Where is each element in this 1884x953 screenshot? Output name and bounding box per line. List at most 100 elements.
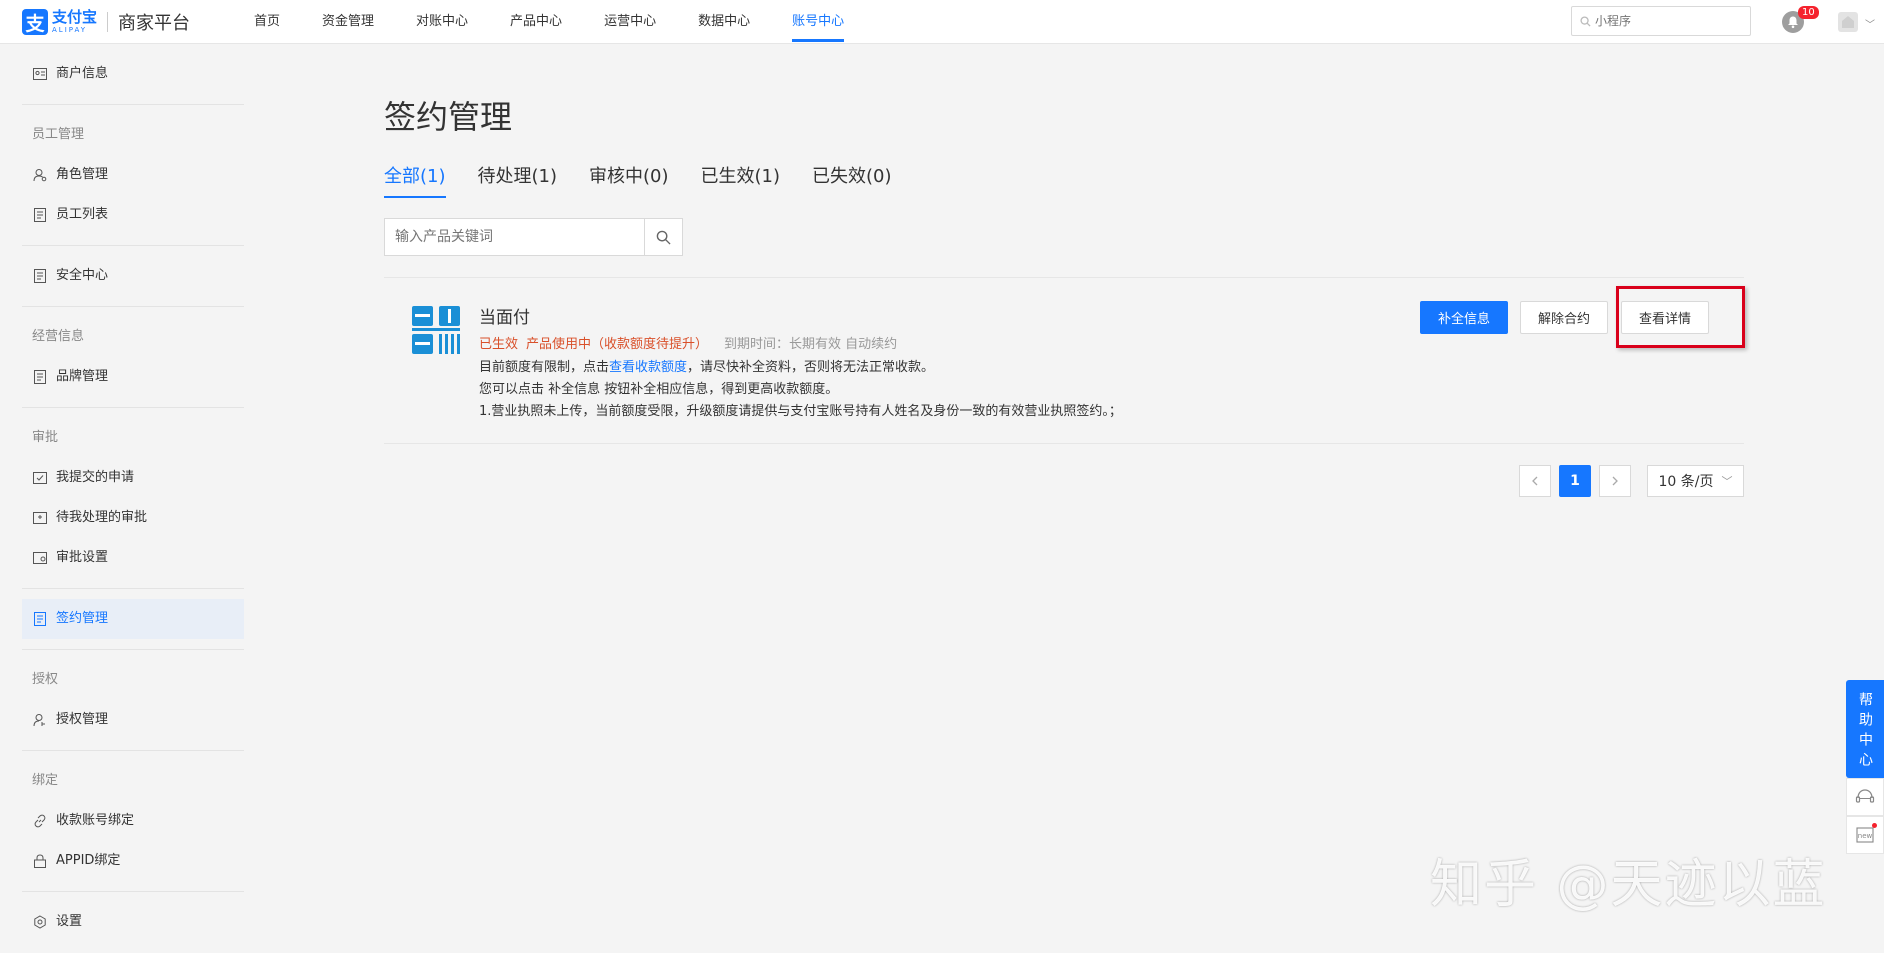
logo-text-en: ALIPAY <box>52 26 88 34</box>
new-icon-label: new <box>1858 832 1873 840</box>
prev-page-button[interactable] <box>1519 465 1551 497</box>
help-panel: 帮助中心 new <box>1846 680 1884 854</box>
sidebar-group-staff: 员工管理 <box>32 127 85 142</box>
top-header: 支 支付宝 ALIPAY 商家平台 首页 资金管理 对账中心 产品中心 运营中心… <box>0 0 1884 44</box>
sidebar-group-approval: 审批 <box>32 430 59 445</box>
logo-divider <box>107 12 109 32</box>
tab-reviewing[interactable]: 审核中(0) <box>589 162 669 198</box>
notification-badge: 10 <box>1798 6 1819 19</box>
platform-name: 商家平台 <box>118 13 191 34</box>
search-icon <box>1580 15 1591 27</box>
sidebar-item-approval-settings[interactable]: 审批设置 <box>22 538 244 578</box>
usage-status: 产品使用中（收款额度待提升） <box>526 337 709 352</box>
divider <box>22 649 244 650</box>
sidebar-item-auth-manage[interactable]: 授权管理 <box>22 700 244 740</box>
new-feature-icon[interactable]: new <box>1846 816 1884 854</box>
tab-all[interactable]: 全部(1) <box>384 162 446 198</box>
top-nav: 首页 资金管理 对账中心 产品中心 运营中心 数据中心 账号中心 <box>254 0 886 44</box>
checkbox-icon <box>32 470 48 486</box>
sidebar-item-settings[interactable]: 设置 <box>22 902 244 942</box>
lock-icon <box>32 853 48 869</box>
divider <box>22 891 244 892</box>
nav-operations[interactable]: 运营中心 <box>604 0 656 44</box>
nav-products[interactable]: 产品中心 <box>510 0 562 44</box>
document-icon <box>32 369 48 385</box>
nav-reconciliation[interactable]: 对账中心 <box>416 0 468 44</box>
complete-info-hint: 您可以点击 补全信息 按钮补全相应信息，得到更高收款额度。 <box>479 382 839 397</box>
chevron-right-icon <box>1612 476 1618 486</box>
customer-service-icon[interactable] <box>1846 778 1884 816</box>
status-badge: 已生效 <box>479 337 519 352</box>
document-icon <box>32 611 48 627</box>
user-key-icon <box>32 712 48 728</box>
miniprogram-search[interactable] <box>1571 6 1751 36</box>
new-dot <box>1872 823 1877 828</box>
divider <box>22 306 244 307</box>
expiry-text: 到期时间：长期有效 自动续约 <box>724 337 898 352</box>
divider <box>384 277 1744 278</box>
search-button[interactable] <box>644 219 682 255</box>
document-icon <box>32 268 48 284</box>
license-notice: 1.营业执照未上传，当前额度受限，升级额度请提供与支付宝账号持有人姓名及身份一致… <box>479 404 1122 419</box>
sidebar: 商户信息 员工管理 角色管理 员工列表 安全中心 经营信息 品牌管理 审批 我提… <box>22 44 244 942</box>
page-size-select[interactable]: 10 条/页 ﹀ <box>1647 465 1744 497</box>
tab-pending[interactable]: 待处理(1) <box>478 162 558 198</box>
chevron-down-icon: ﹀ <box>1721 475 1733 488</box>
sidebar-item-contract-manage[interactable]: 签约管理 <box>22 599 244 639</box>
miniprogram-search-input[interactable] <box>1595 14 1745 28</box>
logo-text-cn: 支付宝 <box>52 8 98 26</box>
list-icon <box>32 207 48 223</box>
sidebar-item-my-submitted[interactable]: 我提交的申请 <box>22 458 244 498</box>
watermark: 知乎 @天迹以蓝 <box>1430 855 1827 915</box>
alipay-logo[interactable]: 支 支付宝 ALIPAY 商家平台 <box>22 8 190 36</box>
gear-icon <box>32 914 48 930</box>
alipay-logo-icon: 支 <box>22 9 48 35</box>
view-quota-link[interactable]: 查看收款额度 <box>609 360 687 375</box>
chevron-left-icon <box>1532 476 1538 486</box>
divider <box>22 104 244 105</box>
sidebar-item-brand-manage[interactable]: 品牌管理 <box>22 357 244 397</box>
sidebar-group-auth: 授权 <box>32 672 59 687</box>
sidebar-group-business: 经营信息 <box>32 329 85 344</box>
page-number-current[interactable]: 1 <box>1559 465 1591 497</box>
product-search-input[interactable] <box>385 219 644 255</box>
sidebar-group-bind: 绑定 <box>32 773 59 788</box>
limit-notice: 目前额度有限制，点击查看收款额度，请尽快补全资料，否则将无法正常收款。 <box>479 360 935 375</box>
avatar[interactable] <box>1838 12 1858 32</box>
divider <box>22 588 244 589</box>
divider <box>22 245 244 246</box>
nav-home[interactable]: 首页 <box>254 0 280 44</box>
highlight-annotation-box <box>1616 286 1745 348</box>
divider <box>384 443 1744 444</box>
next-page-button[interactable] <box>1599 465 1631 497</box>
product-status-line: 已生效 产品使用中（收款额度待提升） 到期时间：长期有效 自动续约 <box>479 333 897 352</box>
product-name: 当面付 <box>479 308 530 328</box>
face-pay-product-icon <box>412 306 460 354</box>
sidebar-item-appid-bind[interactable]: APPID绑定 <box>22 841 244 881</box>
divider <box>22 750 244 751</box>
sidebar-item-role-manage[interactable]: 角色管理 <box>22 155 244 195</box>
tab-effective[interactable]: 已生效(1) <box>701 162 781 198</box>
terminate-contract-button[interactable]: 解除合约 <box>1520 301 1608 334</box>
nav-data[interactable]: 数据中心 <box>698 0 750 44</box>
complete-info-button[interactable]: 补全信息 <box>1420 301 1508 334</box>
nav-account[interactable]: 账号中心 <box>792 0 845 44</box>
user-icon <box>32 167 48 183</box>
status-tabs: 全部(1) 待处理(1) 审核中(0) 已生效(1) 已失效(0) <box>384 162 924 198</box>
page-title: 签约管理 <box>384 98 513 136</box>
id-card-icon <box>32 66 48 82</box>
sidebar-item-security-center[interactable]: 安全中心 <box>22 256 244 296</box>
settings-card-icon <box>32 550 48 566</box>
nav-funds[interactable]: 资金管理 <box>322 0 374 44</box>
sidebar-item-account-bind[interactable]: 收款账号绑定 <box>22 801 244 841</box>
chevron-down-icon[interactable]: ﹀ <box>1865 16 1875 31</box>
product-search <box>384 218 683 256</box>
sidebar-item-pending-approval[interactable]: 待我处理的审批 <box>22 498 244 538</box>
help-center-button[interactable]: 帮助中心 <box>1846 680 1884 778</box>
sidebar-item-merchant-info[interactable]: 商户信息 <box>22 54 244 94</box>
tab-expired[interactable]: 已失效(0) <box>812 162 892 198</box>
link-icon <box>32 813 48 829</box>
divider <box>22 407 244 408</box>
search-icon <box>656 230 671 245</box>
sidebar-item-staff-list[interactable]: 员工列表 <box>22 195 244 235</box>
